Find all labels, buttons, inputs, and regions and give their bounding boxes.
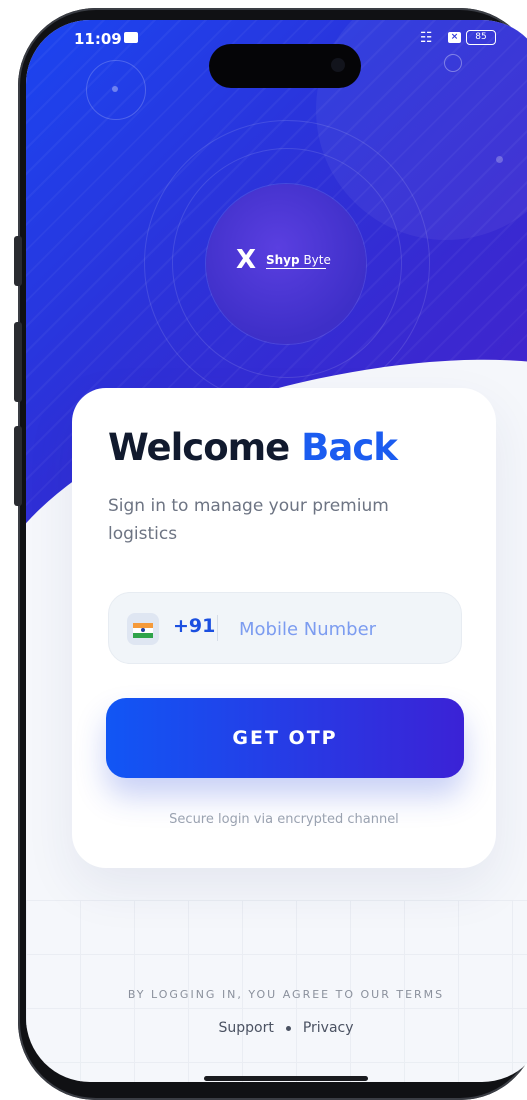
- volume-down-button: [14, 426, 22, 506]
- title-accent: Back: [301, 426, 398, 469]
- page-title: Welcome Back: [108, 426, 398, 469]
- home-indicator: [204, 1076, 368, 1081]
- decorative-dot: [112, 86, 118, 92]
- decorative-dot: [496, 156, 503, 163]
- brand-name-light: Byte: [303, 253, 331, 267]
- battery-indicator: 85: [466, 30, 496, 45]
- brand-name-bold: Shyp: [266, 253, 300, 267]
- india-flag-icon: [127, 613, 159, 645]
- get-otp-button[interactable]: GET OTP: [106, 698, 464, 778]
- camera-icon: [331, 58, 345, 72]
- login-card: Welcome Back Sign in to manage your prem…: [72, 388, 496, 868]
- brand-logo: X Shyp Byte: [236, 246, 346, 276]
- mobile-number-input[interactable]: [237, 611, 451, 647]
- field-divider: [217, 615, 218, 641]
- brand-name: Shyp Byte: [266, 253, 331, 267]
- secure-login-note: Secure login via encrypted channel: [169, 812, 399, 827]
- message-icon: [124, 32, 138, 43]
- terms-text: BY LOGGING IN, YOU AGREE TO OUR TERMS: [127, 988, 445, 1001]
- privacy-link[interactable]: Privacy: [303, 1020, 354, 1036]
- separator-dot: [285, 1025, 291, 1031]
- no-sim-icon: ×: [448, 32, 461, 43]
- country-code: +91: [173, 615, 216, 637]
- page-subtitle: Sign in to manage your premium logistics: [108, 496, 389, 544]
- dynamic-island: [209, 44, 361, 88]
- action-button: [14, 236, 22, 286]
- title-dark: Welcome: [108, 426, 290, 469]
- footer-links: Support Privacy: [26, 1020, 527, 1036]
- wifi-icon: ☷: [420, 30, 433, 46]
- volume-up-button: [14, 322, 22, 402]
- support-link[interactable]: Support: [218, 1020, 273, 1036]
- app-screen: X Shyp Byte 11:09 ☷ × 85 Welcome Back Si…: [26, 20, 527, 1082]
- mobile-number-field[interactable]: +91: [108, 592, 462, 664]
- status-time: 11:09: [74, 30, 122, 48]
- brand-logo-icon: X: [236, 245, 257, 275]
- brand-underline: [266, 268, 326, 269]
